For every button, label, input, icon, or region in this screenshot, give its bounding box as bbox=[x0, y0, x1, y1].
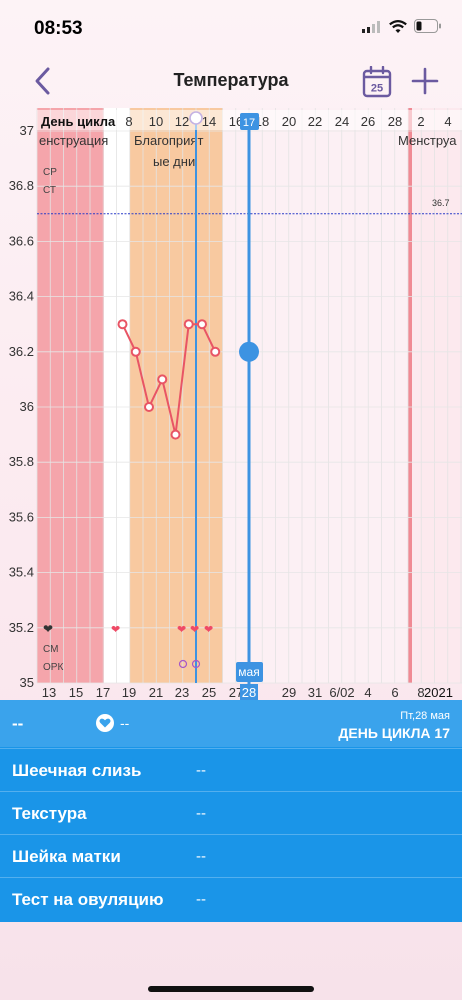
temperature-point bbox=[210, 346, 221, 357]
temperature-point bbox=[183, 319, 194, 330]
temperature-point bbox=[170, 429, 181, 440]
date-tick: 15 bbox=[69, 685, 83, 700]
texture-row[interactable]: Текстура -- bbox=[0, 791, 462, 834]
cycle-day-tick: 14 bbox=[202, 114, 216, 129]
ovulation-test-row[interactable]: Тест на овуляцию -- bbox=[0, 877, 462, 920]
heart-icon: ❤ bbox=[204, 624, 213, 636]
cycle-day-tick: 10 bbox=[149, 114, 163, 129]
status-time: 08:53 bbox=[34, 18, 83, 39]
cycle-day-indicator: ДЕНЬ ЦИКЛА 17 bbox=[338, 725, 450, 741]
calendar-icon: 25 bbox=[362, 65, 392, 98]
date-tick: 17 bbox=[96, 685, 110, 700]
cm-row-label: СМ bbox=[43, 644, 58, 655]
temperature-point bbox=[197, 319, 207, 330]
date-axis: 13 15 17 19 21 23 25 27 29 31 6/02 4 6 8 bbox=[42, 685, 425, 700]
row-label: Шейка матки bbox=[12, 847, 121, 866]
wifi-icon bbox=[389, 20, 407, 33]
y-tick-label: 36.8 bbox=[9, 178, 34, 193]
cycle-day-tick: 2 bbox=[417, 114, 424, 129]
battery-icon bbox=[414, 19, 441, 33]
heart-icon: ❤ bbox=[190, 624, 199, 636]
date-tick: 6 bbox=[391, 685, 398, 700]
y-tick-label: 36.2 bbox=[9, 344, 34, 359]
cycle-day-tick: 22 bbox=[308, 114, 322, 129]
date-tick: 4 bbox=[364, 685, 371, 700]
calendar-button[interactable]: 25 bbox=[362, 65, 392, 98]
temperature-value: -- bbox=[12, 714, 24, 733]
calendar-day: 25 bbox=[371, 83, 383, 95]
year-label: 2021 bbox=[424, 685, 453, 700]
selected-date-label: Пт,28 мая bbox=[400, 710, 450, 722]
y-tick-label: 35.2 bbox=[9, 620, 34, 635]
y-tick-label: 37 bbox=[20, 123, 34, 138]
cervix-row[interactable]: Шейка матки -- bbox=[0, 834, 462, 877]
row-value: -- bbox=[196, 848, 206, 865]
day-details-panel: -- -- Пт,28 мая ДЕНЬ ЦИКЛА 17 Шеечная сл… bbox=[0, 700, 462, 922]
selected-date: 28 bbox=[242, 685, 256, 700]
y-tick-label: 36 bbox=[20, 399, 34, 414]
selected-month: мая bbox=[238, 665, 259, 679]
next-period-band bbox=[412, 108, 462, 683]
temperature-point bbox=[117, 319, 128, 330]
nav-bar: Температура 25 bbox=[0, 54, 462, 108]
cycle-day-tick: 8 bbox=[125, 114, 132, 129]
date-tick: 31 bbox=[308, 685, 322, 700]
heart-circle-icon bbox=[96, 714, 114, 732]
cycle-day-tick: 28 bbox=[388, 114, 402, 129]
temperature-point bbox=[144, 402, 154, 412]
row-label: Шеечная слизь bbox=[12, 761, 142, 780]
temperature-chart[interactable]: 37 36.8 36.6 36.4 36.2 36 35.8 35.6 35.4 35.2 35 е… bbox=[0, 108, 462, 700]
heart-icon: ❤ bbox=[43, 622, 53, 636]
date-tick: 19 bbox=[122, 685, 136, 700]
date-tick: 25 bbox=[202, 685, 216, 700]
cycle-day-tick: 4 bbox=[444, 114, 451, 129]
day-summary[interactable]: -- -- Пт,28 мая ДЕНЬ ЦИКЛА 17 bbox=[0, 700, 462, 747]
cellular-signal-icon bbox=[362, 21, 380, 33]
y-tick-label: 36.6 bbox=[9, 233, 34, 248]
fertile-label-2: ые дни bbox=[153, 154, 195, 169]
next-period-label: Менструа bbox=[398, 133, 457, 148]
cycle-day-tick: 24 bbox=[335, 114, 349, 129]
date-tick: 23 bbox=[175, 685, 189, 700]
row-value: -- bbox=[196, 762, 206, 779]
date-tick: 6/02 bbox=[329, 685, 354, 700]
intercourse-value: -- bbox=[120, 715, 130, 731]
selected-cycle-day: 17 bbox=[243, 117, 255, 129]
row-label: Текстура bbox=[12, 804, 87, 823]
temperature-point bbox=[157, 374, 168, 385]
y-axis: 37 36.8 36.6 36.4 36.2 36 35.8 35.6 35.4 35.2 35 bbox=[9, 123, 34, 690]
coverline-label: 36.7 bbox=[432, 198, 450, 208]
fertile-label-1: Благоприят bbox=[134, 133, 203, 148]
row-label: Тест на овуляцию bbox=[12, 890, 164, 909]
cycle-day-tick: 26 bbox=[361, 114, 375, 129]
y-tick-label: 35 bbox=[20, 675, 34, 690]
cycle-day-tick: 12 bbox=[175, 114, 189, 129]
heart-icon: ❤ bbox=[111, 624, 120, 636]
selected-temperature-point[interactable] bbox=[239, 341, 259, 362]
ct-row-label: СТ bbox=[43, 185, 56, 196]
heart-icon: ❤ bbox=[177, 624, 186, 636]
cycle-day-label: День цикла bbox=[41, 114, 116, 129]
cycle-day-tick: 20 bbox=[282, 114, 296, 129]
home-indicator[interactable] bbox=[148, 986, 314, 992]
y-tick-label: 35.8 bbox=[9, 454, 34, 469]
row-value: -- bbox=[196, 805, 206, 822]
y-tick-label: 35.4 bbox=[9, 565, 34, 580]
temperature-point bbox=[130, 346, 141, 357]
cp-row-label: СР bbox=[43, 167, 57, 178]
add-plus-icon[interactable] bbox=[410, 66, 440, 96]
page-title: Температура bbox=[173, 70, 289, 90]
row-value: -- bbox=[196, 891, 206, 908]
y-tick-label: 36.4 bbox=[9, 289, 34, 304]
opk-row-label: ОРК bbox=[43, 662, 63, 673]
status-bar: 08:53 bbox=[0, 0, 462, 54]
cervical-mucus-row[interactable]: Шеечная слизь -- bbox=[0, 748, 462, 791]
next-period-marker bbox=[408, 108, 412, 683]
period-label: енструация bbox=[39, 133, 108, 148]
date-tick: 21 bbox=[149, 685, 163, 700]
date-tick: 13 bbox=[42, 685, 56, 700]
y-tick-label: 35.6 bbox=[9, 509, 34, 524]
temperature-chart-svg[interactable]: 37 36.8 36.6 36.4 36.2 36 35.8 35.6 35.4 35.2 35 е… bbox=[0, 108, 462, 700]
date-tick: 29 bbox=[282, 685, 296, 700]
